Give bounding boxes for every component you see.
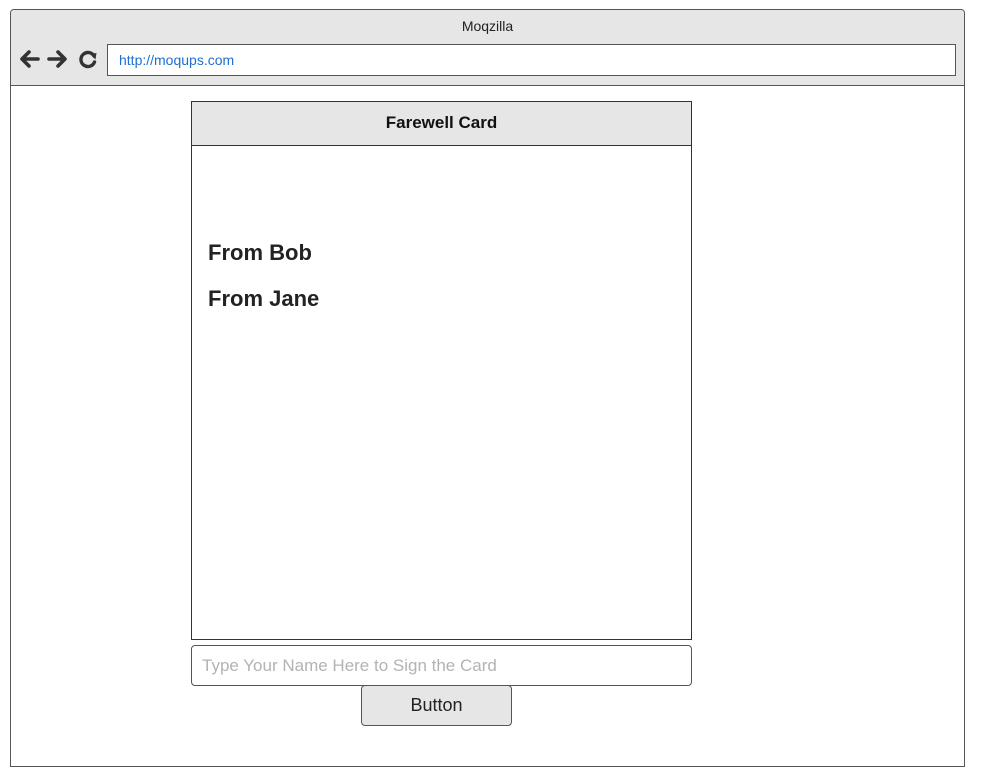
address-bar[interactable]: http://moqups.com [107,44,956,76]
back-button[interactable] [18,48,40,70]
farewell-card: Farewell Card From Bob From Jane [191,101,692,640]
browser-window: Moqzilla http://moqups.com Farewell Card… [10,9,965,767]
browser-chrome: Moqzilla http://moqups.com [11,10,964,86]
arrow-right-icon [47,50,67,68]
reload-icon [79,50,97,69]
sign-card-button[interactable]: Button [361,685,512,726]
arrow-left-icon [20,50,40,68]
signature-item: From Bob [208,240,312,265]
forward-button[interactable] [47,48,69,70]
signature-item: From Jane [208,286,320,311]
window-title: Moqzilla [461,18,514,34]
reload-button[interactable] [77,48,99,70]
name-input[interactable] [191,645,692,686]
card-title: Farewell Card [192,102,691,146]
